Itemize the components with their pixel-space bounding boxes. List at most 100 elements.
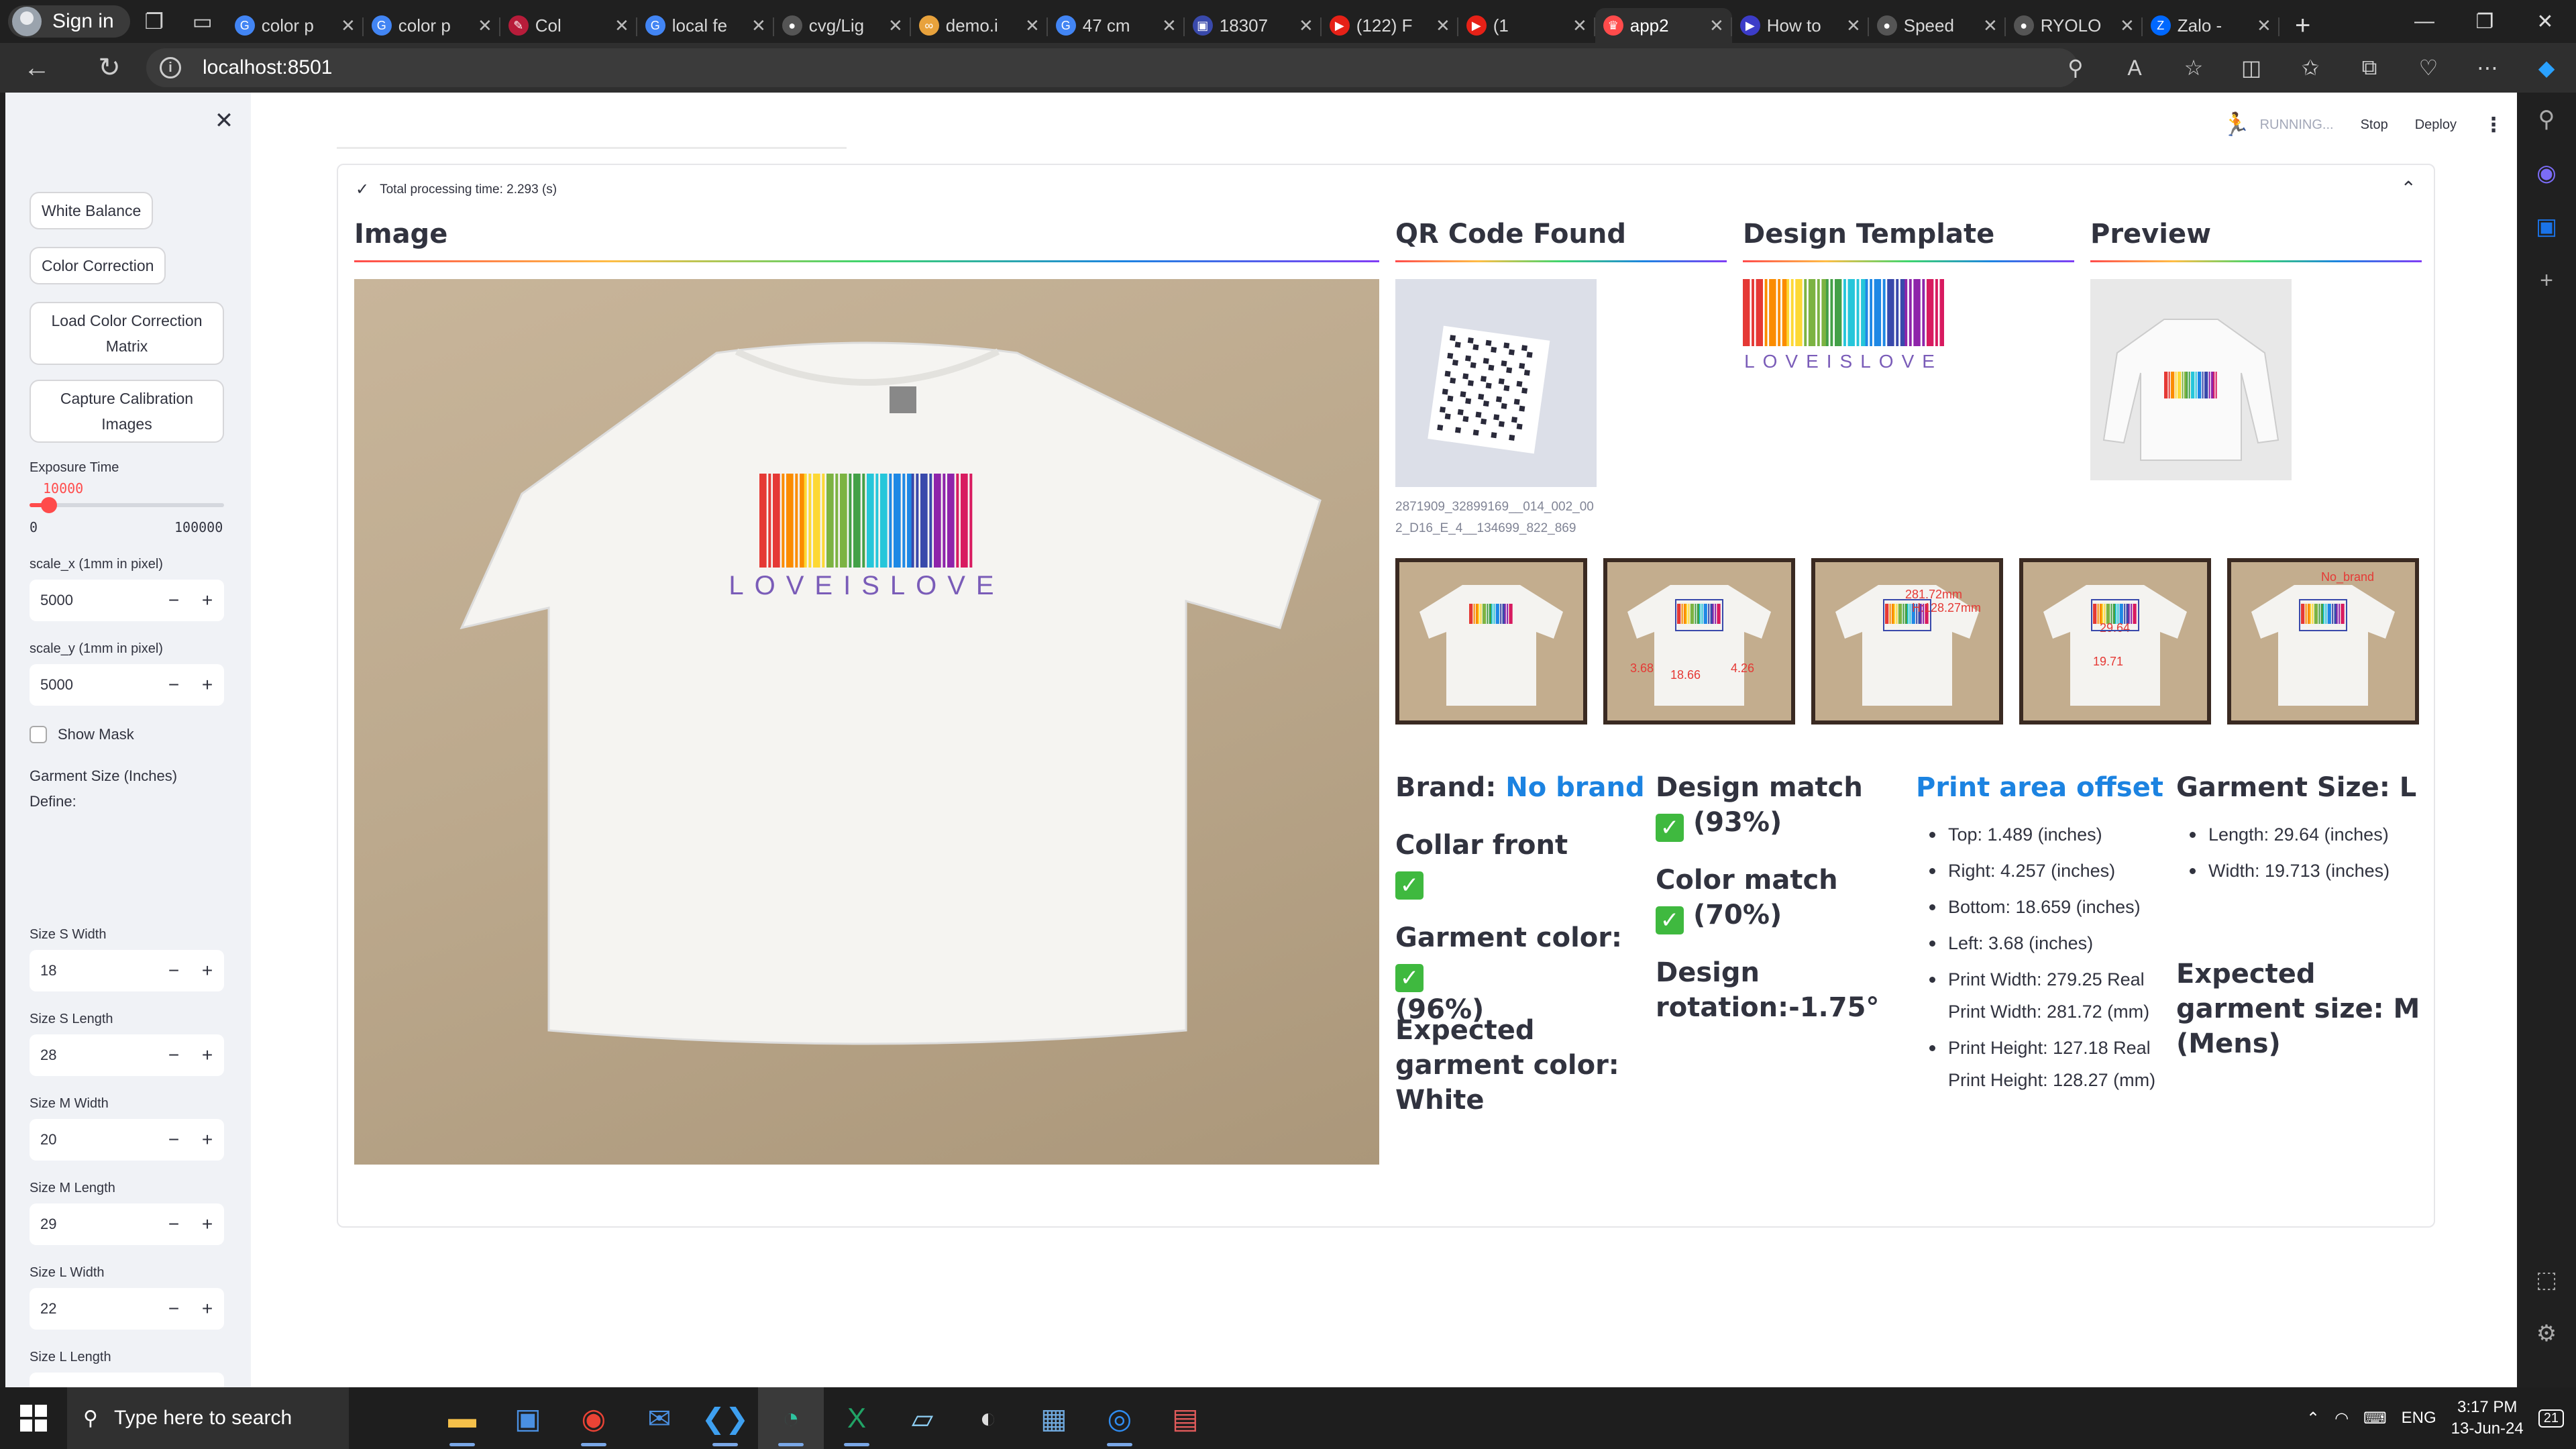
notification-icon[interactable]: 21 [2538,1409,2564,1428]
tab-close-icon[interactable]: ✕ [888,15,903,36]
decrement-button[interactable]: − [157,1129,191,1150]
browser-tab[interactable]: ♛ app2 ✕ [1595,8,1732,43]
chrome-icon[interactable]: ◉ [561,1387,627,1449]
increment-button[interactable]: + [191,674,224,696]
zalo-icon[interactable]: ◎ [1087,1387,1152,1449]
increment-button[interactable]: + [191,960,224,981]
tab-actions-icon[interactable]: ▭ [178,0,227,43]
search-icon[interactable]: ⚲ [2517,93,2576,146]
workspaces-icon[interactable]: ❐ [130,0,178,43]
store-icon[interactable]: ▣ [495,1387,561,1449]
browser-tab[interactable]: ● Speed ✕ [1869,8,2006,43]
app-icon[interactable]: ▤ [1152,1387,1218,1449]
info-icon[interactable]: i [160,57,181,78]
browser-tab[interactable]: ● cvg/Lig ✕ [774,8,911,43]
size-input[interactable]: 29− + [30,1203,224,1245]
browser-tab[interactable]: Z Zalo - ✕ [2143,8,2279,43]
screenshot-icon[interactable]: ⬚ [2517,1253,2576,1307]
load-matrix-button[interactable]: Load Color Correction Matrix [30,302,224,365]
tab-close-icon[interactable]: ✕ [751,15,766,36]
browser-tab[interactable]: Glocal fe ✕ [637,8,774,43]
decrement-button[interactable]: − [157,1214,191,1235]
add-icon[interactable]: + [2517,254,2576,307]
tab-close-icon[interactable]: ✕ [1983,15,1998,36]
decrement-button[interactable]: − [157,1298,191,1320]
tab-close-icon[interactable]: ✕ [1572,15,1587,36]
stop-button[interactable]: Stop [2361,117,2388,133]
browser-tab[interactable]: Gcolor p ✕ [227,8,364,43]
browser-tab[interactable]: ▶ How to ✕ [1732,8,1869,43]
restore-button[interactable]: ❐ [2455,0,2514,43]
tab-close-icon[interactable]: ✕ [341,15,356,36]
outlook-icon[interactable]: ▣ [2517,200,2576,254]
file-explorer-icon[interactable]: ▬ [429,1387,495,1449]
close-window-button[interactable]: ✕ [2516,0,2575,43]
tab-close-icon[interactable]: ✕ [478,15,492,36]
tab-close-icon[interactable]: ✕ [1162,15,1177,36]
excel-icon[interactable]: X [824,1387,890,1449]
deploy-button[interactable]: Deploy [2415,117,2457,133]
increment-button[interactable]: + [191,1298,224,1320]
favorite-star-icon[interactable]: ☆ [2164,43,2223,93]
new-tab-button[interactable]: + [2279,8,2326,43]
browser-tab[interactable]: ✎ Col ✕ [500,8,637,43]
tab-close-icon[interactable]: ✕ [614,15,629,36]
vscode-icon[interactable]: ❮❯ [692,1387,758,1449]
keyboard-icon[interactable]: ⌨ [2363,1409,2387,1428]
copilot-icon[interactable]: ◆ [2517,43,2576,93]
tab-close-icon[interactable]: ✕ [2257,15,2271,36]
tab-close-icon[interactable]: ✕ [1709,15,1724,36]
calculator-icon[interactable]: ▦ [1021,1387,1087,1449]
increment-button[interactable]: + [191,1383,224,1387]
size-input[interactable]: 22− + [30,1288,224,1330]
close-icon[interactable]: ✕ [211,107,237,134]
expander-header[interactable]: ✓ Total processing time: 2.293 (s) [356,180,557,199]
decrement-button[interactable]: − [157,674,191,696]
decrement-button[interactable]: − [157,1383,191,1387]
language-indicator[interactable]: ENG [2402,1409,2436,1428]
zoom-icon[interactable]: ⚲ [2046,43,2105,93]
chevron-up-icon[interactable]: ⌃ [2306,1409,2320,1428]
browser-tab[interactable]: Gcolor p ✕ [364,8,500,43]
network-icon[interactable]: ◠ [2334,1409,2349,1428]
back-icon[interactable]: ← [13,44,60,91]
tab-close-icon[interactable]: ✕ [2120,15,2135,36]
collections-icon[interactable]: ⧉ [2340,43,2399,93]
capture-calibration-button[interactable]: Capture Calibration Images [30,380,224,443]
browser-tab[interactable]: ▶ (122) F ✕ [1322,8,1458,43]
size-input[interactable]: 30−+ [30,1373,224,1387]
outlook-icon[interactable]: ✉ [627,1387,692,1449]
favorites-icon[interactable]: ✩ [2281,43,2340,93]
chevron-up-icon[interactable]: ⌃ [2401,177,2416,199]
more-icon[interactable]: ⋯ [2458,43,2517,93]
size-input[interactable]: 28− + [30,1034,224,1076]
tab-close-icon[interactable]: ✕ [1436,15,1450,36]
paint-icon[interactable]: ◐ [955,1387,1021,1449]
start-button[interactable] [0,1387,67,1449]
browser-tab[interactable]: ∞ demo.i ✕ [911,8,1048,43]
scale-y-input[interactable]: 5000 − + [30,664,224,706]
scale-x-input[interactable]: 5000 − + [30,580,224,621]
show-mask-checkbox[interactable]: Show Mask [30,726,134,743]
slider-thumb[interactable] [41,497,57,513]
increment-button[interactable]: + [191,590,224,611]
size-input[interactable]: 20− + [30,1119,224,1161]
reload-icon[interactable]: ↻ [86,44,133,91]
notepad-icon[interactable]: ▱ [890,1387,955,1449]
decrement-button[interactable]: − [157,1044,191,1066]
exposure-slider[interactable] [30,497,224,513]
tab-close-icon[interactable]: ✕ [1025,15,1040,36]
increment-button[interactable]: + [191,1129,224,1150]
color-correction-button[interactable]: Color Correction [30,247,166,284]
copilot-side-icon[interactable]: ◉ [2517,146,2576,200]
size-input[interactable]: 18− + [30,950,224,991]
increment-button[interactable]: + [191,1214,224,1235]
read-aloud-icon[interactable]: A [2105,43,2164,93]
tab-close-icon[interactable]: ✕ [1299,15,1313,36]
taskbar-search[interactable]: ⚲ Type here to search [67,1387,349,1449]
edge-icon[interactable]: ◔ [758,1387,824,1449]
browser-tab[interactable]: ● RYOLO ✕ [2006,8,2143,43]
increment-button[interactable]: + [191,1044,224,1066]
minimize-button[interactable]: — [2395,0,2454,43]
clock[interactable]: 3:17 PM 13-Jun-24 [2451,1397,2524,1440]
